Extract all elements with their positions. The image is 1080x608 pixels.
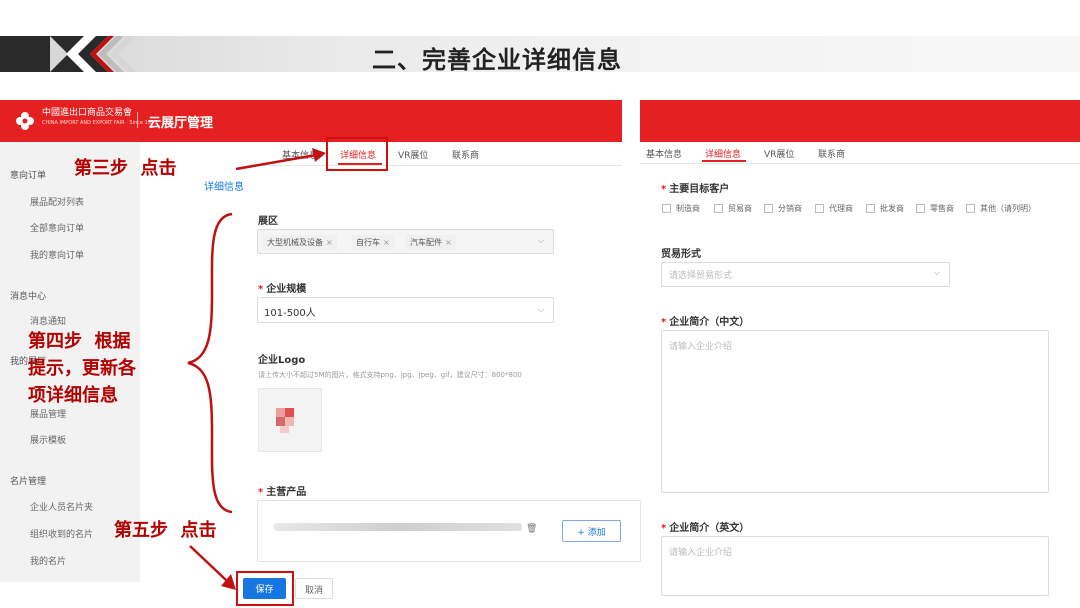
sidebar-item-all-orders[interactable]: 全部意向订单 <box>30 221 84 234</box>
customer-option-label: 其他（请列明） <box>980 204 1036 213</box>
scale-label-text: 企业规模 <box>266 284 307 295</box>
save-button-highlight <box>236 571 294 606</box>
step4-annotation-line3: 项详细信息 <box>28 385 118 406</box>
customers-label-text: 主要目标客户 <box>669 184 730 195</box>
customer-option-label: 零售商 <box>930 204 954 213</box>
customer-option-label: 批发商 <box>880 204 904 213</box>
zone-tag[interactable]: 大型机械及设备 × <box>263 235 337 250</box>
customer-option-label: 分销商 <box>778 204 802 213</box>
tab-vr-booth[interactable]: VR展位 <box>398 148 428 161</box>
customers-label: * 主要目标客户 <box>661 184 730 195</box>
section-title: 详细信息 <box>204 182 244 193</box>
product-label-text: 主营产品 <box>266 487 307 498</box>
chevron-down-icon: ⌵ <box>538 236 545 245</box>
app-name: 云展厅管理 <box>148 116 214 131</box>
step3-annotation: 第三步 点击 <box>74 158 177 179</box>
product-label: * 主营产品 <box>258 487 307 498</box>
sidebar-group-messages[interactable]: 消息中心 <box>10 289 46 302</box>
trade-label: 贸易形式 <box>661 249 701 260</box>
customer-checkbox[interactable] <box>662 204 671 213</box>
step4-annotation-line1: 第四步 根据 <box>28 331 131 352</box>
arrow-down-right-icon <box>189 545 236 590</box>
scale-value: 101-500人 <box>264 308 316 319</box>
add-product-button[interactable]: + 添加 <box>562 520 621 542</box>
logo-text: 中國進出口商品交易會 <box>42 108 133 118</box>
intro-en-label: * 企业简介（英文） <box>661 523 750 534</box>
sidebar-item-templates[interactable]: 展示模板 <box>30 433 66 446</box>
customer-option-label: 代理商 <box>829 204 853 213</box>
trash-icon[interactable]: 🗑 <box>526 524 537 534</box>
customer-checkbox[interactable] <box>966 204 975 213</box>
sidebar-item-exhibit-match[interactable]: 展品配对列表 <box>30 195 84 208</box>
zone-label: 展区 <box>258 216 278 227</box>
intro-cn-label-text: 企业简介（中文） <box>669 317 750 328</box>
chevron-down-icon: ⌵ <box>538 305 545 314</box>
zone-tag[interactable]: 汽车配件 × <box>406 235 456 250</box>
page-title: 二、完善企业详细信息 <box>372 46 622 74</box>
sidebar-item-my-card[interactable]: 我的名片 <box>30 554 66 567</box>
tab-contact[interactable]: 联系商 <box>818 147 845 160</box>
customer-checkbox[interactable] <box>714 204 723 213</box>
customer-checkbox[interactable] <box>916 204 925 213</box>
customer-checkbox[interactable] <box>764 204 773 213</box>
fair-logo-icon <box>16 112 34 130</box>
zone-tag[interactable]: 自行车 × <box>352 235 394 250</box>
scale-label: * 企业规模 <box>258 284 307 295</box>
customer-checkbox[interactable] <box>815 204 824 213</box>
logo-hint: 请上传大小不超过5M的图片，格式支持png、jpg、jpeg、gif，建议尺寸：… <box>258 371 522 379</box>
logo-label: 企业Logo <box>258 355 306 366</box>
tab-vr-booth[interactable]: VR展位 <box>764 147 794 160</box>
sidebar-item-notifications[interactable]: 消息通知 <box>30 314 66 327</box>
zone-tag-label: 汽车配件 <box>410 238 442 247</box>
header-separator <box>137 112 138 128</box>
active-tab-underline <box>702 160 746 162</box>
app-header-right <box>640 100 1080 142</box>
sidebar-item-received-cards[interactable]: 组织收到的名片 <box>30 527 93 540</box>
tab-contact[interactable]: 联系商 <box>452 148 479 161</box>
trade-placeholder: 请选择贸易形式 <box>669 271 733 281</box>
intro-en-placeholder: 请输入企业介绍 <box>669 548 733 558</box>
product-item-placeholder <box>274 523 522 531</box>
intro-cn-textarea[interactable] <box>661 330 1049 493</box>
sidebar-item-my-orders[interactable]: 我的意向订单 <box>30 248 84 261</box>
logo-subtext: CHINA IMPORT AND EXPORT FAIR · Since 195… <box>42 120 158 126</box>
step5-annotation: 第五步 点击 <box>114 520 217 541</box>
tab-detail-info[interactable]: 详细信息 <box>705 147 741 160</box>
sidebar-group-orders[interactable]: 意向订单 <box>10 168 46 181</box>
chevron-down-icon: ⌵ <box>934 268 941 277</box>
sidebar-item-exhibits[interactable]: 展品管理 <box>30 407 66 420</box>
cancel-button[interactable]: 取消 <box>295 578 333 599</box>
arrow-right-icon <box>235 148 326 171</box>
logo-thumbnail-icon <box>276 408 294 433</box>
close-icon[interactable]: × <box>445 238 452 247</box>
customer-checkbox[interactable] <box>866 204 875 213</box>
zone-tag-label: 大型机械及设备 <box>267 238 323 247</box>
tab-divider <box>640 163 1080 164</box>
detail-tab-highlight <box>326 137 388 171</box>
intro-cn-placeholder: 请输入企业介绍 <box>669 342 733 352</box>
close-icon[interactable]: × <box>383 238 390 247</box>
zone-tag-label: 自行车 <box>356 238 380 247</box>
step4-annotation-line2: 提示，更新各 <box>28 358 136 379</box>
intro-en-label-text: 企业简介（英文） <box>669 523 750 534</box>
curly-brace-icon <box>187 212 233 514</box>
sidebar-item-staff-cards[interactable]: 企业人员名片夹 <box>30 500 93 513</box>
sidebar-group-cards[interactable]: 名片管理 <box>10 474 46 487</box>
chevron-arrows-icon <box>0 36 136 72</box>
customer-option-label: 贸易商 <box>728 204 752 213</box>
intro-cn-label: * 企业简介（中文） <box>661 317 750 328</box>
close-icon[interactable]: × <box>326 238 333 247</box>
tab-basic-info[interactable]: 基本信息 <box>646 147 682 160</box>
customer-option-label: 制造商 <box>676 204 700 213</box>
